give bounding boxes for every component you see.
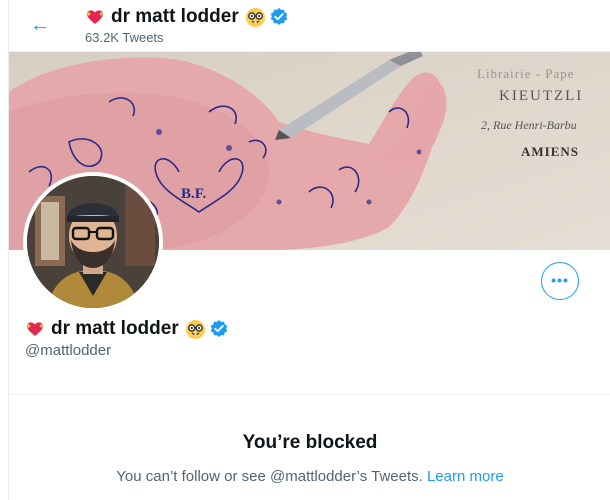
back-button[interactable]: ← [27, 12, 53, 38]
profile-name-row: dr matt lodder [25, 316, 229, 342]
profile-name: dr matt lodder [51, 318, 179, 339]
blocked-message-row: You can’t follow or see @mattlodder’s Tw… [9, 468, 610, 485]
blocked-message: You can’t follow or see @mattlodder’s Tw… [116, 468, 427, 485]
verified-badge-icon [269, 7, 289, 27]
banner-text-line: AMIENS [521, 144, 580, 159]
verified-badge-icon [209, 319, 229, 339]
top-bar: ← dr matt lodder 63.2K Tweets [9, 0, 610, 52]
header-name: dr matt lodder [111, 6, 239, 27]
heart-with-ribbon-icon [85, 7, 105, 27]
profile-page: ← dr matt lodder 63.2K Tweets B.F. Libra… [8, 0, 610, 500]
divider [9, 394, 610, 395]
heart-with-ribbon-icon [25, 319, 45, 339]
nerd-face-icon [245, 7, 266, 28]
avatar-image [27, 176, 159, 308]
learn-more-link[interactable]: Learn more [427, 468, 504, 485]
banner-text-line: KIEUTZLI [499, 88, 584, 104]
banner-text-line: Librairie - Pape [477, 66, 575, 81]
banner-text-line: 2, Rue Henri-Barbu [481, 118, 577, 132]
arrow-left-icon: ← [30, 14, 50, 36]
tweet-count: 63.2K Tweets [85, 30, 164, 45]
avatar[interactable] [23, 172, 163, 312]
more-dots-icon: ••• [551, 272, 569, 288]
blocked-title: You’re blocked [242, 432, 378, 453]
profile-handle: @mattlodder [25, 342, 112, 359]
more-options-button[interactable]: ••• [541, 262, 579, 300]
svg-text:B.F.: B.F. [181, 186, 207, 202]
header-name-row: dr matt lodder [85, 4, 289, 30]
nerd-face-icon [185, 319, 206, 340]
